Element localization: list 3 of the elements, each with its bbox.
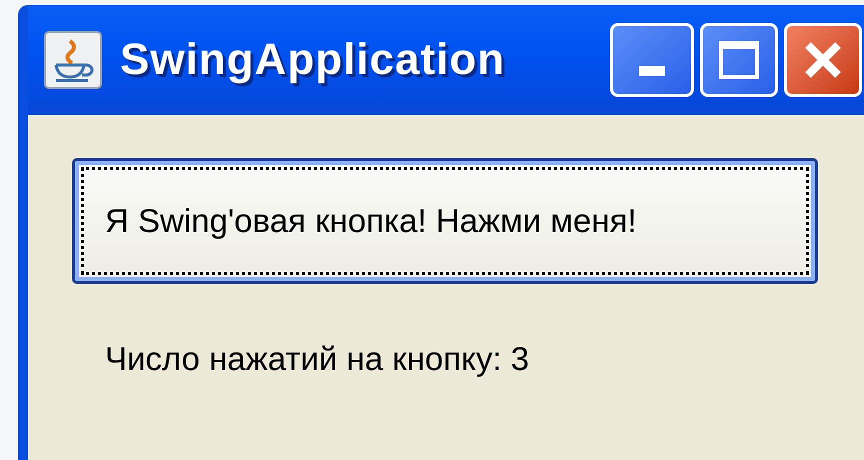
- click-count-label: Число нажатий на кнопку: 3: [105, 339, 530, 379]
- window-title: SwingApplication: [120, 34, 506, 86]
- push-button[interactable]: Я Swing'овая кнопка! Нажми меня!: [72, 158, 818, 284]
